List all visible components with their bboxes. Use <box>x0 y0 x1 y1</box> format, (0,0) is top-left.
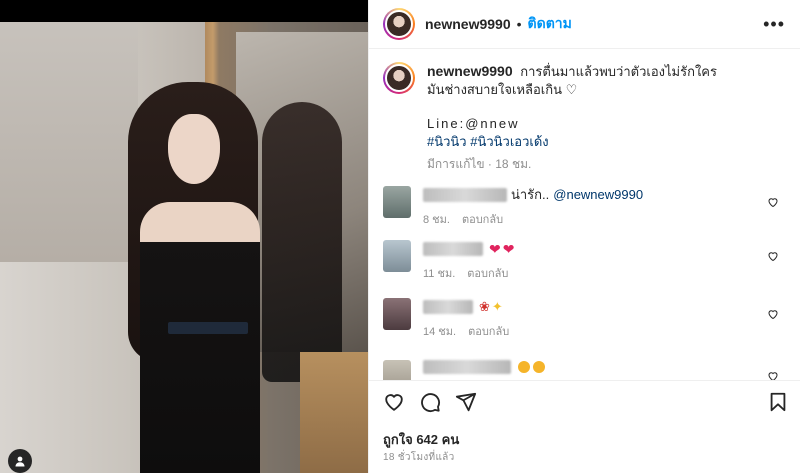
follow-button[interactable]: ติดตาม <box>528 13 572 35</box>
comment-like-heart-icon[interactable] <box>767 308 779 320</box>
share-icon[interactable] <box>455 391 477 413</box>
comment-icon[interactable] <box>419 391 441 413</box>
bookmark-icon[interactable] <box>767 391 789 413</box>
caption-edited-time: มีการแก้ไข · 18 ชม. <box>427 157 532 171</box>
heart-icon[interactable] <box>383 391 405 413</box>
photo-top-bar <box>0 0 368 22</box>
comment-time: 14 ชม. <box>423 326 457 338</box>
comment-item <box>383 360 787 380</box>
red-heart-emoji: ❤ <box>502 241 515 257</box>
post-side-panel: newnew9990 • ติดตาม ••• newnew9990 การตื… <box>368 0 800 473</box>
caption-username[interactable]: newnew9990 <box>427 63 513 79</box>
comment-avatar[interactable] <box>383 360 411 380</box>
hashtag-link[interactable]: #นิวนิว <box>427 134 467 149</box>
post-timestamp[interactable]: 18 ชั่วโมงที่แล้ว <box>383 450 455 465</box>
blurred-username <box>423 188 507 202</box>
likes-count[interactable]: ถูกใจ 642 คน <box>383 429 459 450</box>
comment-item: ❀ ✦ 14 ชม. ตอบกลับ <box>383 298 787 340</box>
caption: newnew9990 การตื่นมาแล้วพบว่าตัวเองไม่รั… <box>383 62 783 173</box>
red-heart-emoji: ❤ <box>489 241 501 257</box>
more-icon[interactable]: ••• <box>763 14 785 35</box>
comment-time: 8 ชม. <box>423 214 450 226</box>
comments-area[interactable]: newnew9990 การตื่นมาแล้วพบว่าตัวเองไม่รั… <box>369 50 800 380</box>
person-body <box>140 202 260 473</box>
avatar[interactable] <box>383 8 415 40</box>
caption-avatar[interactable] <box>383 62 415 94</box>
sparkles-emoji: ✦ <box>491 299 503 314</box>
comment-avatar[interactable] <box>383 240 411 272</box>
mirror-frame-bottom <box>300 352 368 473</box>
comment-text: น่ารัก.. <box>511 187 550 202</box>
caption-text-line1: การตื่นมาแล้วพบว่าตัวเองไม่รักใคร <box>520 64 717 79</box>
person-belt <box>168 322 248 334</box>
blurred-username <box>423 242 483 256</box>
header-username[interactable]: newnew9990 <box>425 16 511 32</box>
blurred-username <box>423 360 511 374</box>
comment-time: 11 ชม. <box>423 268 456 280</box>
comment-avatar[interactable] <box>383 186 411 218</box>
person-face <box>168 114 220 184</box>
comment-avatar[interactable] <box>383 298 411 330</box>
post-header: newnew9990 • ติดตาม ••• <box>369 0 800 49</box>
comment-item: ❤ ❤ 11 ชม. ตอบกลับ <box>383 240 787 282</box>
instagram-post-modal: newnew9990 • ติดตาม ••• newnew9990 การตื… <box>0 0 800 473</box>
comment-like-heart-icon[interactable] <box>767 250 779 262</box>
face-emoji <box>518 361 530 373</box>
face-emoji <box>533 361 545 373</box>
caption-text-line2: มันช่างสบายใจเหลือเกิน ♡ <box>427 82 578 97</box>
comment-mention[interactable]: @newnew9990 <box>553 186 643 204</box>
reply-button[interactable]: ตอบกลับ <box>467 264 508 282</box>
comment-like-heart-icon[interactable] <box>767 196 779 208</box>
post-photo[interactable] <box>0 22 368 473</box>
wall-panel <box>0 22 138 262</box>
mirror-reflection <box>262 102 342 382</box>
user-tag-icon[interactable] <box>8 449 32 473</box>
comment-like-heart-icon[interactable] <box>767 370 779 380</box>
post-actions: ถูกใจ 642 คน 18 ชั่วโมงที่แล้ว <box>369 380 800 473</box>
caption-line-id: Line:@nnew <box>427 116 520 131</box>
comment-item: น่ารัก.. @newnew9990 8 ชม. ตอบกลับ <box>383 186 787 228</box>
blurred-username <box>423 300 473 314</box>
rose-emoji: ❀ <box>479 299 490 314</box>
reply-button[interactable]: ตอบกลับ <box>468 322 509 340</box>
post-photo-panel <box>0 0 368 473</box>
header-separator: • <box>516 16 522 32</box>
hashtag-link[interactable]: #นิวนิวเอวเด้ง <box>470 134 548 149</box>
reply-button[interactable]: ตอบกลับ <box>462 210 503 228</box>
